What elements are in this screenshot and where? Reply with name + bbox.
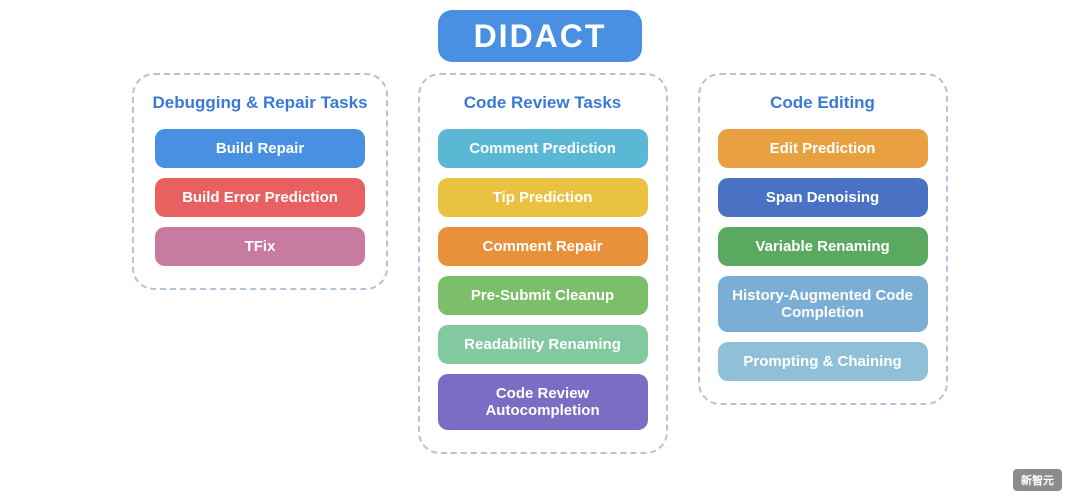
task-btn-prompting-&-chaining[interactable]: Prompting & Chaining xyxy=(718,342,928,381)
column-title-code-review: Code Review Tasks xyxy=(464,93,621,113)
task-btn-pre-submit-cleanup[interactable]: Pre-Submit Cleanup xyxy=(438,276,648,315)
task-btn-build-error-prediction[interactable]: Build Error Prediction xyxy=(155,178,365,217)
task-btn-history-augmented-code-completion[interactable]: History-Augmented Code Completion xyxy=(718,276,928,332)
column-code-editing: Code Editing Edit Prediction Span Denoisin… xyxy=(698,73,948,405)
task-btn-comment-repair[interactable]: Comment Repair xyxy=(438,227,648,266)
watermark: 新智元 xyxy=(1013,469,1062,491)
app-title: DIDACT xyxy=(438,10,643,62)
columns-container: Debugging & Repair Tasks Build Repair Buil… xyxy=(0,73,1080,454)
title-section: DIDACT xyxy=(438,18,643,55)
column-title-debugging: Debugging & Repair Tasks xyxy=(152,93,367,113)
task-btn-readability-renaming[interactable]: Readability Renaming xyxy=(438,325,648,364)
task-btn-comment-prediction[interactable]: Comment Prediction xyxy=(438,129,648,168)
task-btn-variable-renaming[interactable]: Variable Renaming xyxy=(718,227,928,266)
task-btn-code-review-autocompletion[interactable]: Code Review Autocompletion xyxy=(438,374,648,430)
task-btn-edit-prediction[interactable]: Edit Prediction xyxy=(718,129,928,168)
column-code-review: Code Review Tasks Comment Prediction Tip P… xyxy=(418,73,668,454)
column-debugging: Debugging & Repair Tasks Build Repair Buil… xyxy=(132,73,387,290)
task-btn-span-denoising[interactable]: Span Denoising xyxy=(718,178,928,217)
task-btn-tip-prediction[interactable]: Tip Prediction xyxy=(438,178,648,217)
task-btn-build-repair[interactable]: Build Repair xyxy=(155,129,365,168)
column-title-code-editing: Code Editing xyxy=(770,93,875,113)
task-btn-tfix[interactable]: TFix xyxy=(155,227,365,266)
